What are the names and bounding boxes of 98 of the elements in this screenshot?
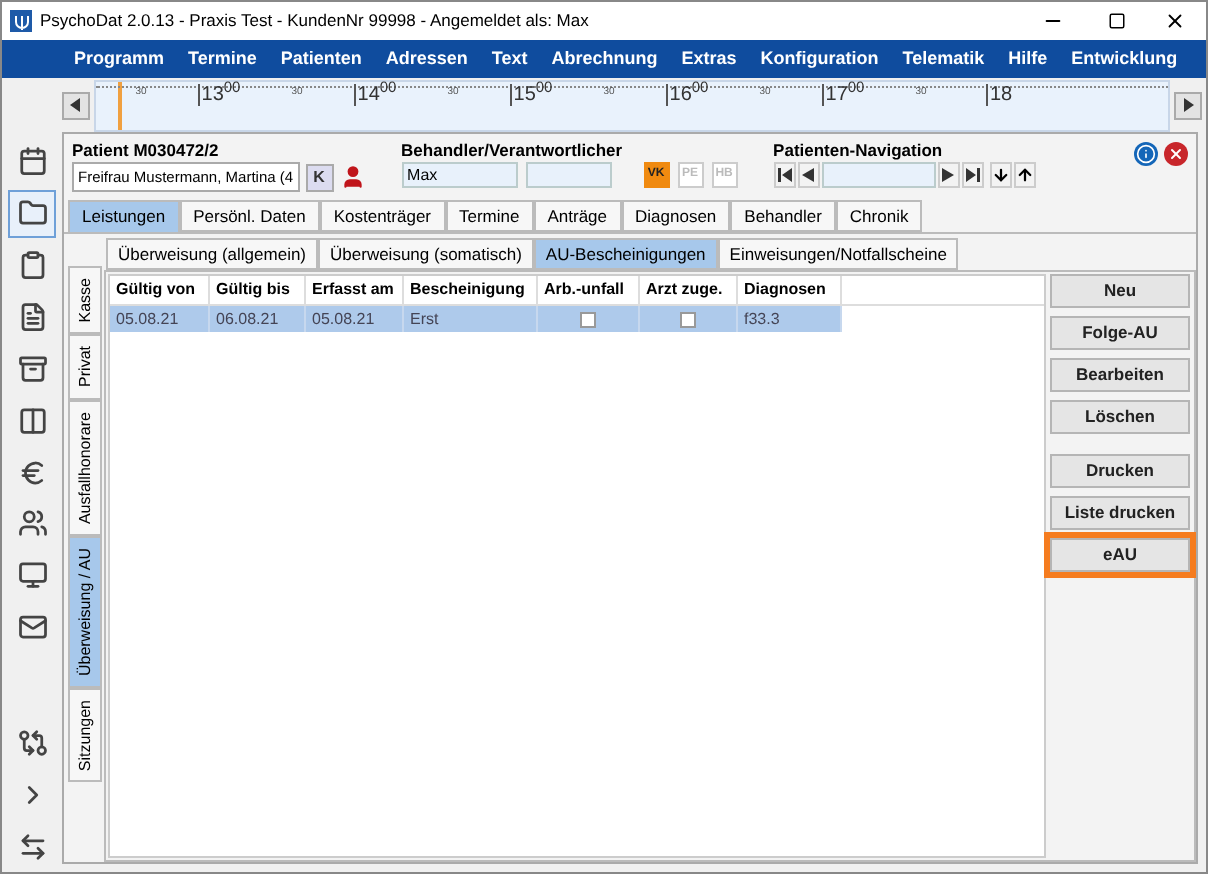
up-arrow-icon — [1015, 166, 1034, 184]
column-header[interactable]: Diagnosen — [738, 276, 842, 304]
time-label: 17$^{00}$ — [821, 83, 865, 105]
menu-item[interactable]: Konfiguration — [760, 45, 879, 73]
document-icon — [17, 302, 47, 332]
previous-record-button[interactable] — [797, 162, 820, 188]
move-down-button[interactable] — [989, 162, 1012, 188]
table-cell: 06.08.21 — [210, 306, 306, 332]
calendar-icon — [17, 146, 47, 177]
time-label: 15$^{00}$ — [509, 83, 553, 105]
column-header[interactable]: Gültig von — [110, 276, 210, 304]
left-triangle-icon — [70, 98, 82, 112]
scroll-left-button[interactable] — [62, 91, 90, 119]
first-icon — [777, 168, 792, 182]
patient-label: Patient M030472/2 — [72, 140, 221, 162]
column-header[interactable]: Bescheinigung — [404, 276, 538, 304]
sub-tab[interactable]: Überweisung (somatisch) — [318, 238, 534, 270]
first-record-button[interactable] — [773, 162, 796, 188]
navigation-label: Patienten-Navigation — [773, 140, 945, 162]
move-up-button[interactable] — [1013, 162, 1036, 188]
behandler-extra-field[interactable] — [525, 162, 612, 188]
menu-item[interactable]: Programm — [74, 45, 165, 73]
people-icon — [17, 508, 47, 539]
menu-item[interactable]: Telematik — [902, 45, 985, 73]
last-record-button[interactable] — [961, 162, 984, 188]
right-triangle-icon — [942, 168, 955, 182]
menu-item[interactable]: Entwicklung — [1071, 45, 1178, 73]
navigation-field[interactable] — [821, 162, 936, 188]
time-label: 18 — [985, 83, 1013, 105]
tab[interactable]: Leistungen — [68, 200, 180, 232]
side-tab[interactable]: Sitzungen — [68, 687, 102, 783]
right-triangle-icon — [1182, 98, 1194, 112]
behandler-label: Behandler/Verantwortlicher — [401, 140, 625, 162]
next-record-button[interactable] — [937, 162, 960, 188]
table-cell: Erst — [404, 306, 538, 332]
side-tab[interactable]: Überweisung / AU — [68, 535, 102, 688]
sub-tab[interactable]: Überweisung (allgemein) — [106, 238, 319, 270]
menu-item[interactable]: Termine — [188, 45, 257, 73]
window-title: PsychoDat 2.0.13 - Praxis Test - KundenNr 99998 - Angemeldet als: Max — [40, 8, 589, 34]
arrows-icon — [17, 831, 47, 862]
action-button[interactable]: Löschen — [1050, 400, 1190, 434]
action-button[interactable]: Bearbeiten — [1050, 358, 1190, 392]
tab[interactable]: Behandler — [730, 200, 836, 232]
tab[interactable]: Chronik — [835, 200, 923, 232]
time-label: 13$^{00}$ — [197, 83, 241, 105]
euro-icon — [17, 457, 47, 488]
side-tab[interactable]: Ausfallhonorare — [68, 399, 102, 536]
tab[interactable]: Kostenträger — [319, 200, 445, 232]
menu-item[interactable]: Extras — [681, 45, 737, 73]
column-header[interactable]: Arzt zuge. — [640, 276, 738, 304]
k-button[interactable]: K — [305, 163, 334, 191]
tab[interactable]: Persönl. Daten — [179, 200, 320, 232]
time-label: 14$^{00}$ — [353, 83, 397, 105]
tab[interactable]: Termine — [445, 200, 534, 232]
time-label: 16$^{00}$ — [665, 83, 709, 105]
menu-item[interactable]: Hilfe — [1008, 45, 1048, 73]
checkbox[interactable] — [680, 311, 696, 327]
sub-tab[interactable]: Einweisungen/Notfallscheine — [717, 238, 959, 270]
tab[interactable]: Diagnosen — [621, 200, 731, 232]
table-row[interactable]: 05.08.21 06.08.21 05.08.21 Erst f33.3 — [110, 306, 842, 332]
tab[interactable]: Anträge — [533, 200, 622, 232]
action-button[interactable]: Drucken — [1050, 454, 1190, 488]
folder-icon — [17, 198, 47, 229]
monitor-icon — [17, 560, 47, 591]
last-icon — [965, 168, 980, 182]
menu-item[interactable]: Text — [491, 45, 528, 73]
side-tab[interactable]: Privat — [68, 334, 102, 400]
column-header[interactable]: Gültig bis — [210, 276, 306, 304]
menu-item[interactable]: Adressen — [385, 45, 468, 73]
archive-icon — [17, 353, 47, 384]
person-icon[interactable] — [339, 164, 366, 190]
menu-item[interactable]: Patienten — [280, 45, 362, 73]
down-arrow-icon — [991, 166, 1010, 184]
sub-tab[interactable]: AU-Bescheinigungen — [533, 238, 718, 270]
checkbox[interactable] — [580, 311, 596, 327]
maximize-icon[interactable] — [1108, 12, 1126, 30]
column-header[interactable]: Arb.-unfall — [538, 276, 640, 304]
table-cell: f33.3 — [738, 306, 842, 332]
sidebar-item[interactable] — [8, 189, 56, 238]
close-icon[interactable] — [1164, 10, 1186, 32]
behandler-field[interactable]: Max — [401, 162, 518, 188]
action-button[interactable]: Folge-AU — [1050, 316, 1190, 350]
column-header[interactable]: Erfasst am — [306, 276, 404, 304]
left-triangle-icon — [802, 168, 815, 182]
sync-icon — [17, 727, 47, 758]
mail-icon — [17, 612, 47, 643]
action-button[interactable]: Liste drucken — [1050, 496, 1190, 530]
side-tab[interactable]: Kasse — [68, 266, 102, 335]
columns-icon — [17, 405, 47, 436]
table-cell: 05.08.21 — [110, 306, 210, 332]
scroll-right-button[interactable] — [1174, 91, 1202, 119]
app-icon — [10, 10, 32, 32]
menu-item[interactable]: Abrechnung — [551, 45, 658, 73]
table-cell: 05.08.21 — [306, 306, 404, 332]
info-icon[interactable] — [1134, 142, 1158, 166]
clipboard-icon — [17, 250, 47, 281]
action-button[interactable]: eAU — [1050, 538, 1190, 572]
action-button[interactable]: Neu — [1050, 274, 1190, 308]
